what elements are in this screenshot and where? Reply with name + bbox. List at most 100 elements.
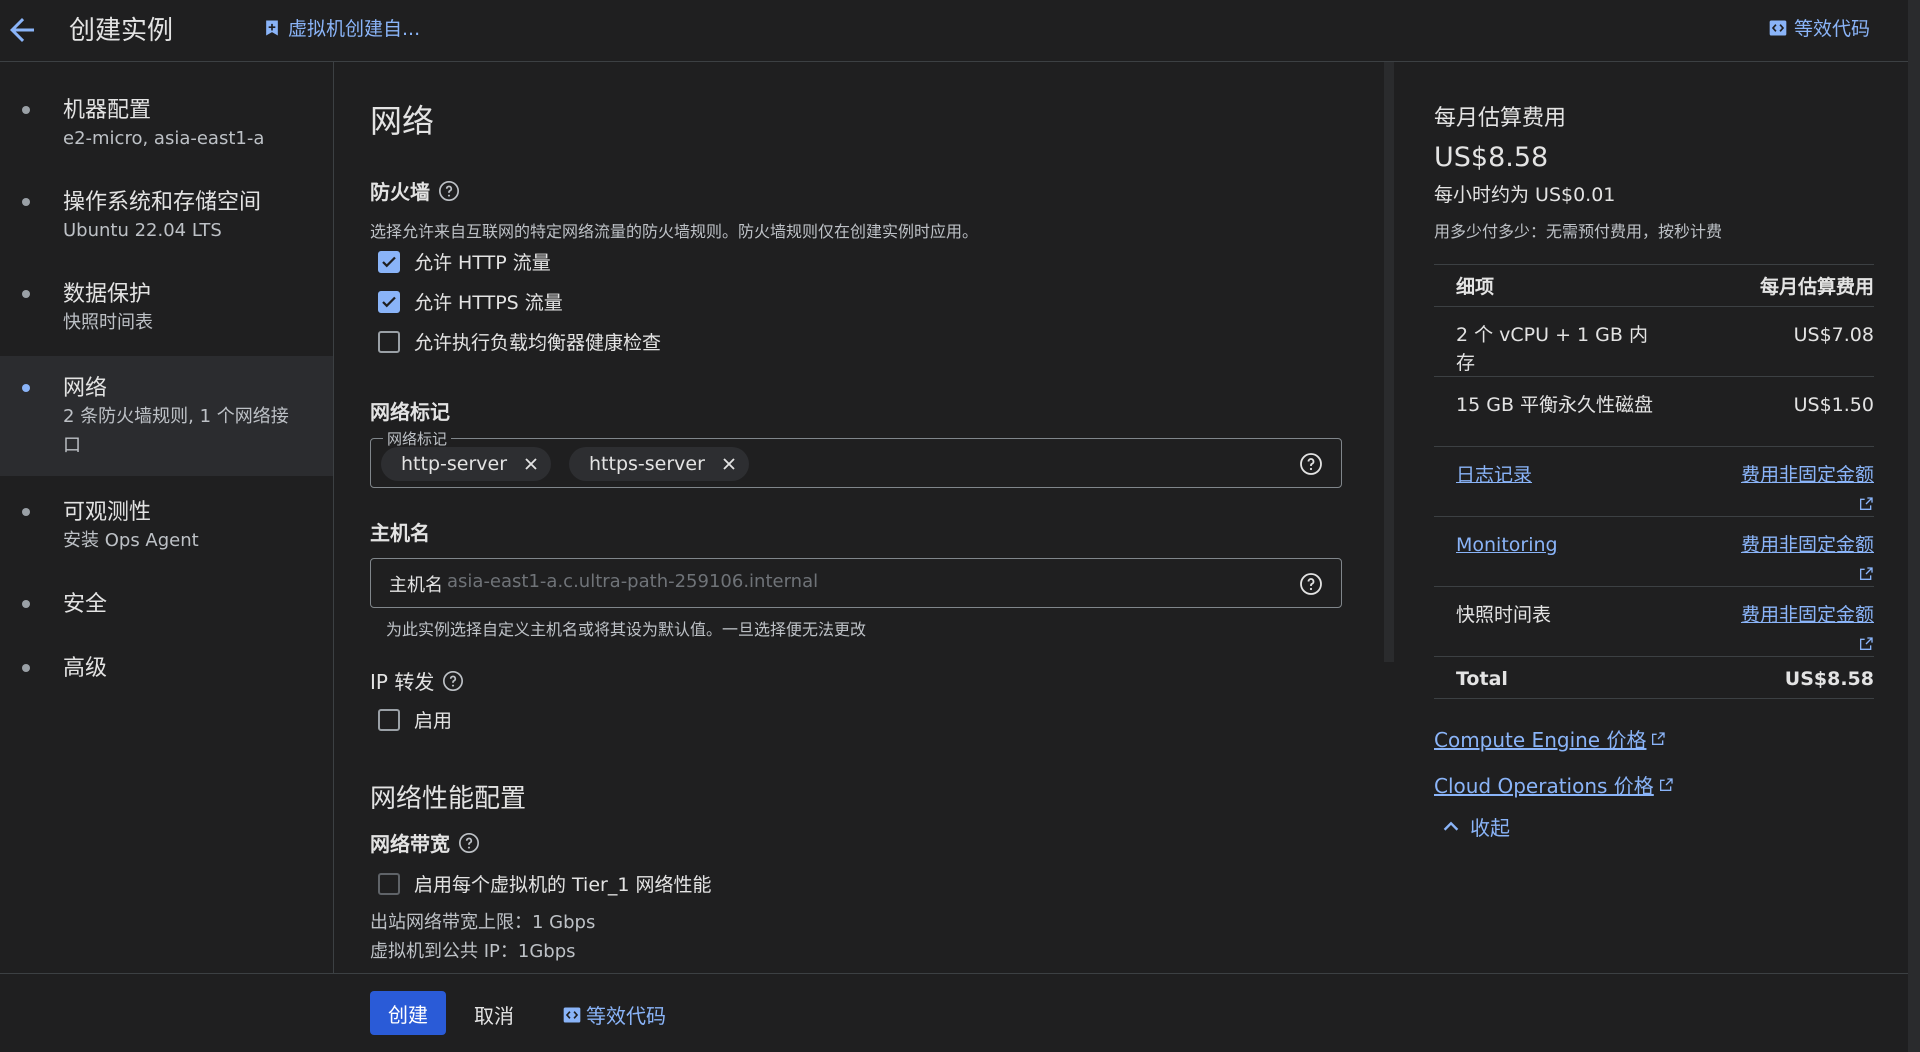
ip-forwarding-heading: IP 转发 — [370, 666, 464, 695]
arrow-back-icon — [10, 18, 34, 42]
hostname-hint: 为此实例选择自定义主机名或将其设为默认值。一旦选择便无法更改 — [386, 620, 867, 639]
network-tags-field[interactable]: 网络标记 http-server https-server — [370, 428, 1342, 488]
close-icon[interactable] — [521, 454, 541, 474]
checkbox-label: 启用每个虚拟机的 Tier_1 网络性能 — [414, 874, 712, 896]
cost-hourly: 每小时约为 US$0.01 — [1434, 184, 1616, 206]
hostname-input[interactable]: 主机名 asia-east1-a.c.ultra-path-259106.int… — [370, 558, 1342, 608]
row-price: US$7.08 — [1793, 324, 1874, 346]
code-icon — [1769, 20, 1787, 35]
nav-item-security[interactable]: 安全 — [0, 582, 333, 626]
chevron-up-icon — [1443, 821, 1459, 831]
nav-dot — [22, 664, 30, 672]
variable-price-link[interactable]: 费用非固定金额 — [1741, 464, 1874, 486]
ip-forwarding-checkbox[interactable]: 启用 — [378, 706, 452, 733]
equivalent-code-label: 等效代码 — [586, 1004, 666, 1028]
row-item: 快照时间表 — [1456, 604, 1552, 626]
checkbox-unchecked[interactable] — [378, 330, 400, 353]
col-header-item: 细项 — [1456, 276, 1495, 298]
nav-item-label: 网络 — [63, 376, 108, 401]
checkbox-checked[interactable] — [378, 250, 400, 273]
nav-item-networking[interactable]: 网络 2 条防火墙规则, 1 个网络接口 — [0, 356, 333, 476]
help-icon[interactable] — [458, 832, 480, 854]
nav-item-sub: 快照时间表 — [63, 312, 153, 333]
external-link-icon — [1659, 777, 1673, 791]
egress-bandwidth-text: 出站网络带宽上限：1 Gbps — [370, 912, 596, 933]
external-link-icon — [1652, 731, 1666, 745]
back-button[interactable] — [4, 12, 40, 48]
tag-chip-label: https-server — [589, 453, 705, 475]
main-scrollbar[interactable] — [1384, 62, 1394, 662]
nav-item-sub: e2-micro, asia-east1-a — [63, 128, 265, 149]
variable-price-link[interactable]: 费用非固定金额 — [1741, 604, 1874, 626]
table-row: 2 个 vCPU + 1 GB 内存 US$7.08 — [1434, 307, 1874, 377]
tag-chip-label: http-server — [401, 453, 508, 475]
firewall-title: 防火墙 — [370, 180, 430, 204]
ip-forwarding-title: IP 转发 — [370, 670, 435, 694]
row-item: 15 GB 平衡永久性磁盘 — [1456, 394, 1654, 416]
network-tags-heading: 网络标记 — [370, 400, 450, 424]
nav-item-label: 机器配置 — [63, 98, 152, 123]
nav-item-sub: Ubuntu 22.04 LTS — [63, 220, 222, 241]
top-bar: 创建实例 虚拟机创建自... 等效代码 — [0, 0, 1908, 62]
section-title: 网络 — [370, 102, 435, 140]
close-icon[interactable] — [719, 454, 739, 474]
cost-note: 用多少付多少：无需预付费用，按秒计费 — [1434, 222, 1723, 241]
vm-created-from-link[interactable]: 虚拟机创建自... — [262, 14, 420, 41]
table-row: Monitoring 费用非固定金额 — [1434, 517, 1874, 587]
create-button[interactable]: 创建 — [370, 991, 446, 1035]
action-bar: 创建 取消 等效代码 — [0, 973, 1908, 1052]
bandwidth-heading: 网络带宽 — [370, 828, 480, 857]
nav-item-observability[interactable]: 可观测性 安装 Ops Agent — [0, 490, 333, 570]
bandwidth-title: 网络带宽 — [370, 832, 450, 856]
help-icon[interactable] — [1299, 452, 1323, 476]
help-icon[interactable] — [442, 670, 464, 692]
row-price: US$1.50 — [1793, 394, 1874, 416]
nav-item-label: 高级 — [63, 656, 108, 681]
nav-item-machine-config[interactable]: 机器配置 e2-micro, asia-east1-a — [0, 88, 333, 168]
firewall-heading: 防火墙 — [370, 176, 460, 205]
cost-amount: US$8.58 — [1434, 142, 1549, 173]
tag-chip[interactable]: https-server — [569, 447, 749, 481]
link-label: Compute Engine 价格 — [1434, 728, 1647, 752]
nav-dot — [22, 290, 30, 298]
variable-price-link[interactable]: 费用非固定金额 — [1741, 534, 1874, 556]
compute-engine-pricing-link[interactable]: Compute Engine 价格 — [1434, 724, 1666, 753]
collapse-label: 收起 — [1470, 816, 1510, 840]
tier1-checkbox[interactable]: 启用每个虚拟机的 Tier_1 网络性能 — [378, 870, 711, 897]
cancel-button[interactable]: 取消 — [474, 1000, 514, 1029]
firewall-description: 选择允许来自互联网的特定网络流量的防火墙规则。防火墙规则仅在创建实例时应用。 — [370, 222, 979, 241]
nav-item-sub: 安装 Ops Agent — [63, 530, 199, 551]
monitoring-link[interactable]: Monitoring — [1456, 534, 1558, 556]
help-icon[interactable] — [438, 180, 460, 202]
allow-https-checkbox[interactable]: 允许 HTTPS 流量 — [378, 288, 563, 315]
allow-lb-health-check-checkbox[interactable]: 允许执行负载均衡器健康检查 — [378, 328, 661, 355]
checkbox-unchecked[interactable] — [378, 708, 400, 731]
help-icon[interactable] — [1299, 572, 1323, 596]
nav-item-data-protection[interactable]: 数据保护 快照时间表 — [0, 272, 333, 352]
collapse-button[interactable]: 收起 — [1440, 812, 1510, 841]
equivalent-code-top-button[interactable]: 等效代码 — [1768, 14, 1870, 41]
allow-http-checkbox[interactable]: 允许 HTTP 流量 — [378, 248, 551, 275]
hostname-label: 主机名 — [389, 575, 443, 596]
nav-dot-active — [22, 384, 30, 392]
checkbox-checked[interactable] — [378, 290, 400, 313]
equivalent-code-button[interactable]: 等效代码 — [562, 1000, 666, 1029]
cost-table: 细项 每月估算费用 2 个 vCPU + 1 GB 内存 US$7.08 15 … — [1434, 264, 1874, 699]
external-link-icon[interactable] — [1858, 566, 1874, 582]
network-tags-legend: 网络标记 — [383, 428, 452, 449]
checkbox-unchecked[interactable] — [378, 872, 400, 895]
nav-item-advanced[interactable]: 高级 — [0, 646, 333, 690]
table-row: 15 GB 平衡永久性磁盘 US$1.50 — [1434, 377, 1874, 447]
nav-item-os-storage[interactable]: 操作系统和存储空间 Ubuntu 22.04 LTS — [0, 180, 333, 260]
nav-item-sub: 2 条防火墙规则, 1 个网络接口 — [63, 406, 289, 456]
cloud-operations-pricing-link[interactable]: Cloud Operations 价格 — [1434, 770, 1674, 799]
network-performance-title: 网络性能配置 — [370, 784, 527, 814]
nav-dot — [22, 106, 30, 114]
logging-link[interactable]: 日志记录 — [1456, 464, 1532, 486]
page-scrollbar[interactable] — [1908, 0, 1920, 1052]
external-link-icon[interactable] — [1858, 636, 1874, 652]
network-section: 网络 防火墙 选择允许来自互联网的特定网络流量的防火墙规则。防火墙规则仅在创建实… — [334, 62, 1384, 973]
tag-chip[interactable]: http-server — [381, 447, 552, 481]
external-link-icon[interactable] — [1858, 496, 1874, 512]
equivalent-code-top-label: 等效代码 — [1794, 18, 1871, 40]
